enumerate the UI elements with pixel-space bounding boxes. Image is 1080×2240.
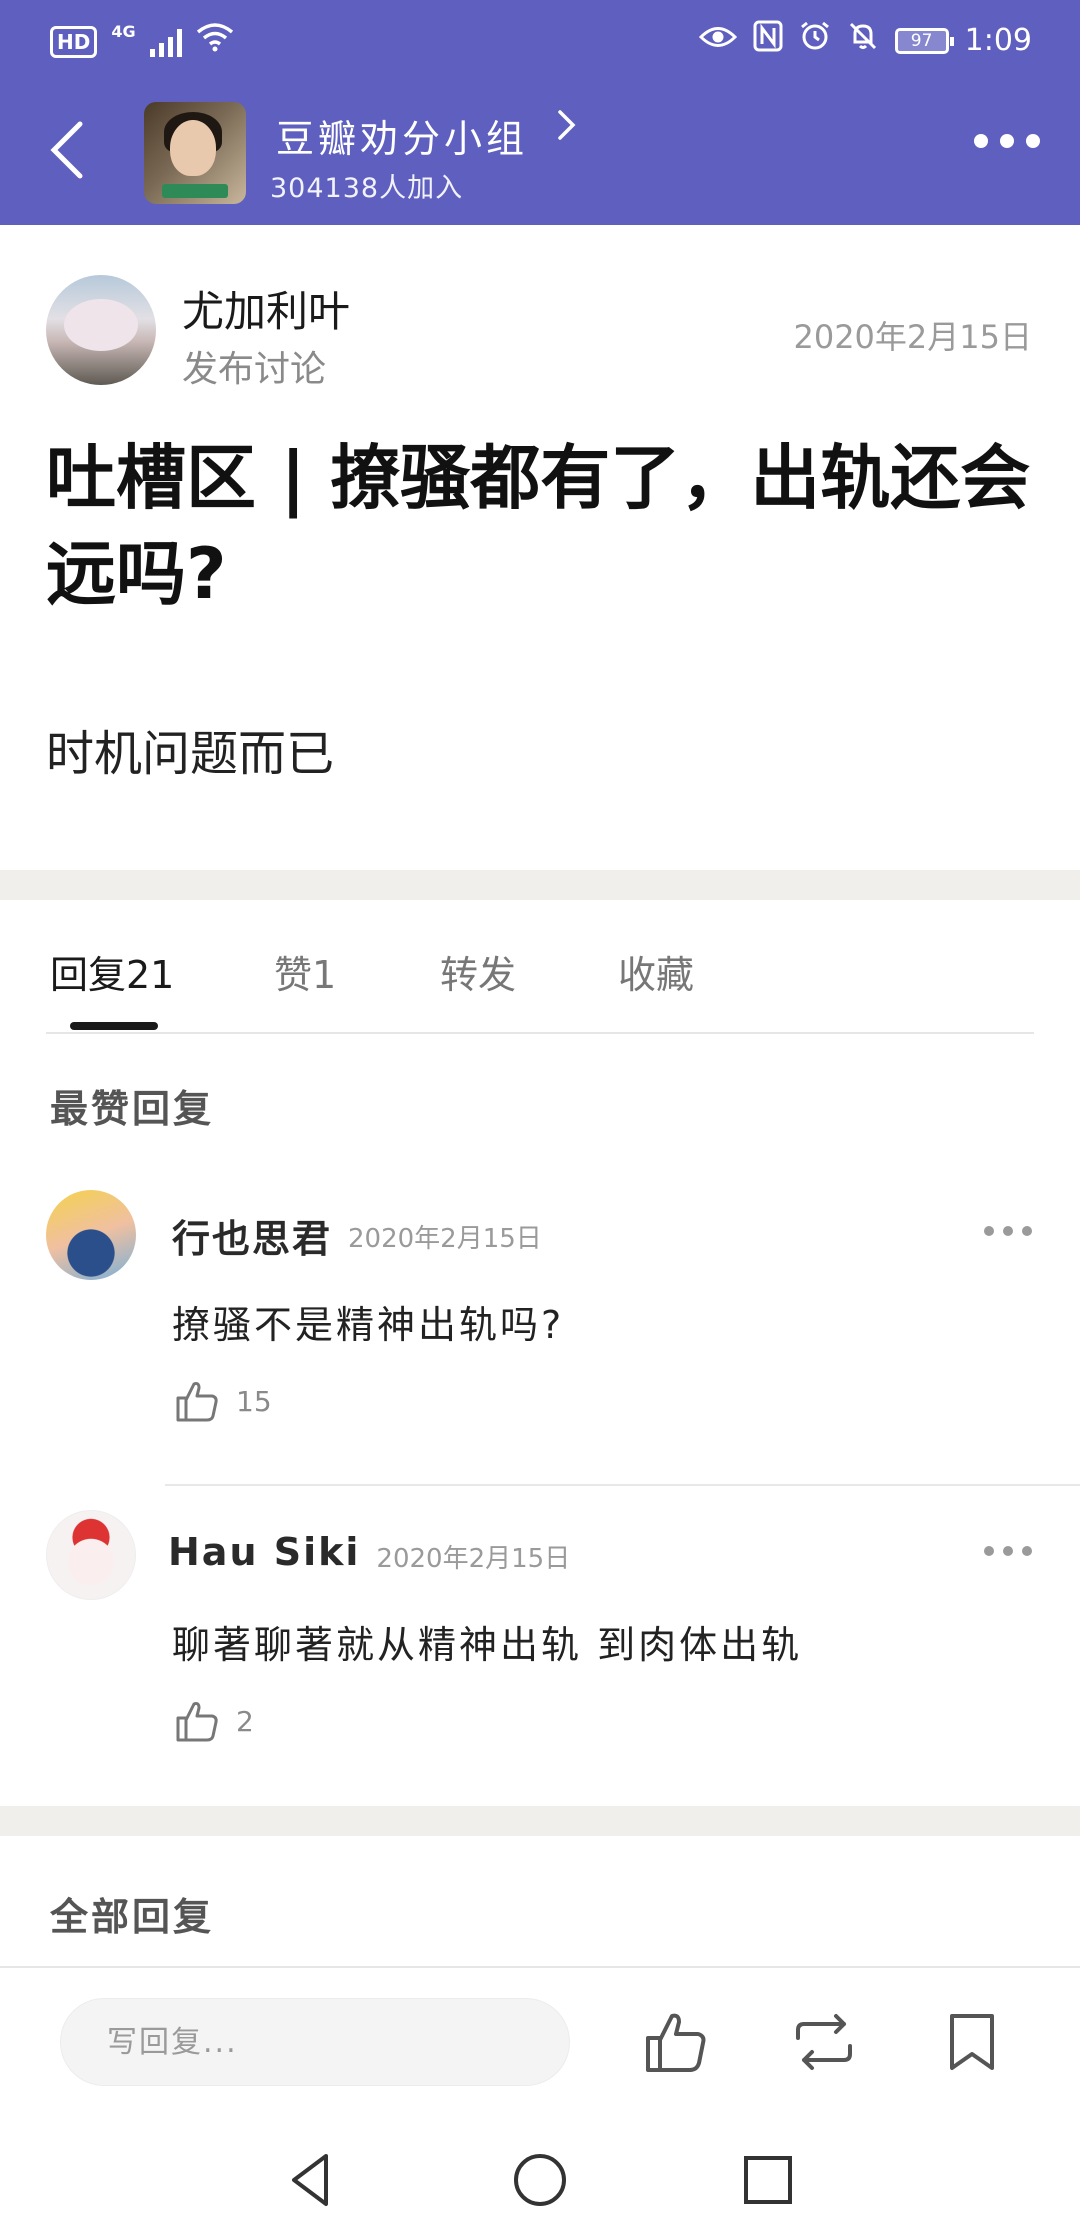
section-divider xyxy=(0,870,1080,900)
bookmark-button[interactable] xyxy=(936,2006,1008,2078)
eye-icon xyxy=(698,23,737,59)
comment-text: 撩骚不是精神出轨吗? xyxy=(172,1303,565,1347)
post-title: 吐槽区 | 撩骚都有了，出轨还会远吗? xyxy=(46,437,1031,615)
comment-author[interactable]: Hau Siki xyxy=(168,1530,360,1574)
post-body: 时机问题而已 xyxy=(46,726,335,782)
group-avatar[interactable] xyxy=(144,102,246,204)
reply-input[interactable] xyxy=(60,1998,570,2086)
group-member-count: 304138人加入 xyxy=(270,173,464,204)
mute-bell-icon xyxy=(847,20,879,61)
system-home-button[interactable] xyxy=(508,2148,572,2212)
square-recents-icon xyxy=(744,2156,792,2204)
signal-icon xyxy=(149,27,182,57)
thumbs-up-icon xyxy=(176,1382,218,1422)
all-replies-label: 全部回复 xyxy=(50,1895,215,1939)
comment-like-button[interactable]: 15 xyxy=(172,1376,272,1426)
more-dots-icon xyxy=(984,1546,994,1556)
tab-replies[interactable]: 回复21 xyxy=(50,944,174,999)
comment-author[interactable]: 行也思君 xyxy=(172,1208,332,1263)
comment-avatar[interactable] xyxy=(46,1510,136,1600)
tab-likes[interactable]: 赞1 xyxy=(274,944,336,999)
repost-button[interactable] xyxy=(788,2006,860,2078)
hd-badge: HD xyxy=(50,25,98,58)
like-post-button[interactable] xyxy=(640,2006,712,2078)
comment-like-count: 2 xyxy=(236,1704,254,1738)
system-back-button[interactable] xyxy=(280,2148,344,2212)
active-tab-indicator xyxy=(70,1022,158,1030)
thumbs-up-icon xyxy=(176,1702,218,1742)
author-name[interactable]: 尤加利叶 xyxy=(182,278,350,339)
post-date: 2020年2月15日 xyxy=(793,318,1032,356)
comment-more-button[interactable] xyxy=(984,1226,1032,1236)
wifi-icon xyxy=(196,22,234,61)
nfc-icon xyxy=(753,20,783,61)
more-options-button[interactable] xyxy=(974,134,1040,148)
status-time: 1:09 xyxy=(964,23,1032,58)
comment-date: 2020年2月15日 xyxy=(348,1224,542,1254)
comment-date: 2020年2月15日 xyxy=(376,1544,571,1574)
thumbs-up-icon xyxy=(646,2013,706,2072)
battery-icon: 97 xyxy=(894,27,954,54)
triangle-back-icon xyxy=(292,2154,328,2206)
tabs-divider xyxy=(46,1032,1034,1034)
repost-icon xyxy=(796,2014,852,2070)
tab-repost[interactable]: 转发 xyxy=(440,944,516,999)
status-left: HD 4G xyxy=(50,22,234,61)
bookmark-icon xyxy=(950,2014,994,2070)
bottom-action-bar xyxy=(0,1966,1080,2086)
alarm-icon xyxy=(799,20,831,61)
comment-avatar[interactable] xyxy=(46,1190,136,1280)
more-dots-icon xyxy=(984,1226,994,1236)
comment-like-count: 15 xyxy=(236,1384,272,1418)
group-name[interactable]: 豆瓣劝分小组 xyxy=(276,108,528,163)
comment-text: 聊著聊著就从精神出轨 到肉体出轨 xyxy=(172,1623,803,1667)
comment-like-button[interactable]: 2 xyxy=(172,1696,254,1746)
back-button[interactable] xyxy=(30,110,110,190)
top-replies-label: 最赞回复 xyxy=(50,1087,215,1131)
system-recents-button[interactable] xyxy=(736,2148,800,2212)
nav-bar: 豆瓣劝分小组 304138人加入 xyxy=(0,90,1080,215)
comment-more-button[interactable] xyxy=(984,1546,1032,1556)
author-avatar[interactable] xyxy=(46,275,156,385)
post-action-label: 发布讨论 xyxy=(182,349,327,390)
status-right: 97 1:09 xyxy=(698,20,1032,61)
circle-home-icon xyxy=(514,2154,566,2206)
app-header: HD 4G 97 1:09 豆瓣劝分小组 304138人加入 xyxy=(0,0,1080,225)
tab-collect[interactable]: 收藏 xyxy=(618,944,694,999)
chevron-left-icon xyxy=(50,121,83,179)
section-divider xyxy=(0,1806,1080,1836)
more-dots-icon xyxy=(974,134,988,148)
chevron-right-icon[interactable] xyxy=(556,108,578,151)
network-type: 4G xyxy=(111,22,136,41)
comment-separator xyxy=(165,1484,1080,1486)
system-nav-bar xyxy=(0,2120,1080,2240)
status-bar: HD 4G 97 1:09 xyxy=(0,0,1080,80)
